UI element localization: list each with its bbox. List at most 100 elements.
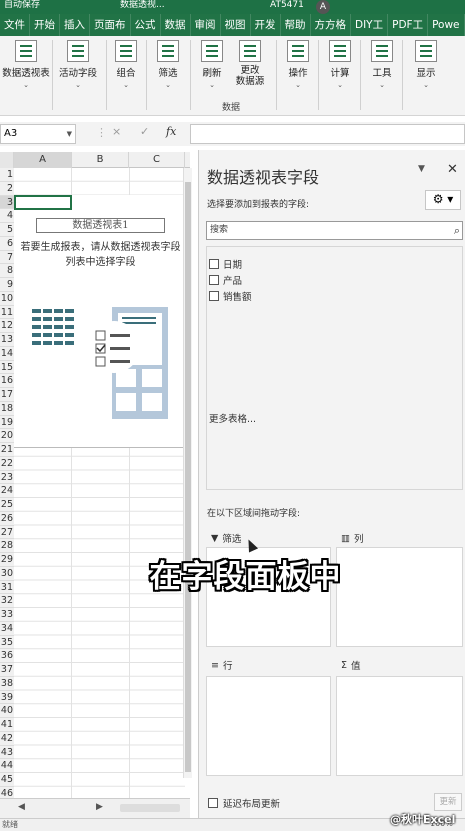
defer-update-option[interactable]: 延迟布局更新 bbox=[208, 796, 280, 810]
row-header[interactable]: 34 bbox=[0, 621, 14, 636]
select-all-corner[interactable] bbox=[0, 152, 14, 168]
tab-10[interactable]: 方方格 bbox=[311, 14, 351, 36]
tab-7[interactable]: 视图 bbox=[221, 14, 251, 36]
filter-button[interactable]: 筛选 ⌄ bbox=[150, 40, 186, 89]
row-header[interactable]: 35 bbox=[0, 635, 14, 650]
row-header[interactable]: 3 bbox=[0, 195, 14, 210]
row-header[interactable]: 8 bbox=[0, 264, 14, 278]
row-header[interactable]: 5 bbox=[0, 223, 14, 237]
more-icon[interactable]: ⋮ bbox=[96, 126, 107, 139]
avatar[interactable]: A bbox=[316, 0, 330, 14]
checkbox[interactable] bbox=[208, 798, 218, 808]
row-header[interactable]: 6 bbox=[0, 236, 14, 251]
selected-cell[interactable] bbox=[14, 195, 72, 210]
row-header[interactable]: 7 bbox=[0, 250, 14, 265]
row-header[interactable]: 17 bbox=[0, 388, 14, 402]
row-header[interactable]: 33 bbox=[0, 608, 14, 622]
gear-icon[interactable]: ⚙ ▾ bbox=[425, 190, 461, 210]
tab-13[interactable]: Powe bbox=[428, 14, 465, 36]
values-drop-area[interactable] bbox=[336, 676, 463, 776]
tab-4[interactable]: 公式 bbox=[131, 14, 161, 36]
row-header[interactable]: 19 bbox=[0, 415, 14, 430]
row-header[interactable]: 26 bbox=[0, 511, 14, 526]
active-field-button[interactable]: 活动字段 ⌄ bbox=[56, 40, 100, 89]
close-icon[interactable]: ✕ bbox=[447, 162, 458, 177]
vertical-scrollbar[interactable] bbox=[183, 168, 192, 778]
row-header[interactable]: 22 bbox=[0, 456, 14, 471]
update-button[interactable]: 更新 bbox=[434, 793, 462, 811]
column-header-a[interactable]: A bbox=[14, 152, 72, 168]
tab-9[interactable]: 帮助 bbox=[281, 14, 311, 36]
more-tables-link[interactable]: 更多表格... bbox=[209, 411, 256, 425]
cancel-icon[interactable]: × bbox=[112, 125, 121, 138]
tab-8[interactable]: 开发 bbox=[251, 14, 281, 36]
tab-6[interactable]: 审阅 bbox=[191, 14, 221, 36]
refresh-button[interactable]: 刷新 ⌄ bbox=[196, 40, 228, 89]
rows-drop-area[interactable] bbox=[206, 676, 331, 776]
calculations-button[interactable]: 计算 ⌄ bbox=[324, 40, 356, 89]
tab-12[interactable]: PDF工 bbox=[388, 14, 429, 36]
row-header[interactable]: 16 bbox=[0, 374, 14, 388]
row-header[interactable]: 12 bbox=[0, 319, 14, 333]
name-box[interactable]: A3 ▼ bbox=[0, 124, 76, 144]
pivot-placeholder[interactable]: 数据透视表1 若要生成报表，请从数据透视表字段列表中选择字段 bbox=[14, 195, 185, 448]
sheet-next-icon[interactable]: ▶ bbox=[96, 802, 103, 812]
field-sales[interactable]: 销售额 bbox=[209, 289, 252, 303]
row-header[interactable]: 32 bbox=[0, 594, 14, 608]
horizontal-scrollbar[interactable] bbox=[120, 804, 180, 812]
autosave-label[interactable]: 自动保存 bbox=[4, 0, 40, 10]
pivottable-button[interactable]: 数据透视表 ⌄ bbox=[2, 40, 50, 89]
row-header[interactable]: 14 bbox=[0, 346, 14, 361]
tab-1[interactable]: 开始 bbox=[30, 14, 60, 36]
scroll-thumb[interactable] bbox=[185, 182, 191, 772]
tab-5[interactable]: 数据 bbox=[161, 14, 191, 36]
row-header[interactable]: 4 bbox=[0, 209, 14, 223]
row-header[interactable]: 45 bbox=[0, 773, 14, 787]
row-header[interactable]: 24 bbox=[0, 484, 14, 498]
enter-icon[interactable]: ✓ bbox=[140, 125, 149, 138]
sheet-prev-icon[interactable]: ◀ bbox=[18, 802, 25, 812]
row-header[interactable]: 20 bbox=[0, 429, 14, 443]
row-header[interactable]: 43 bbox=[0, 745, 14, 760]
row-header[interactable]: 11 bbox=[0, 305, 14, 320]
chevron-down-icon[interactable]: ▼ bbox=[67, 125, 72, 143]
row-header[interactable]: 23 bbox=[0, 470, 14, 485]
checkbox[interactable] bbox=[209, 259, 219, 269]
row-header[interactable]: 36 bbox=[0, 649, 14, 663]
tab-3[interactable]: 页面布 bbox=[90, 14, 131, 36]
row-header[interactable]: 15 bbox=[0, 360, 14, 375]
formula-input[interactable] bbox=[190, 124, 465, 144]
field-search-input[interactable]: 搜索 ⌕ bbox=[206, 221, 463, 240]
row-header[interactable]: 39 bbox=[0, 690, 14, 705]
row-header[interactable]: 13 bbox=[0, 333, 14, 347]
row-header[interactable]: 10 bbox=[0, 291, 14, 306]
row-header[interactable]: 18 bbox=[0, 401, 14, 416]
row-header[interactable]: 38 bbox=[0, 676, 14, 691]
row-header[interactable]: 41 bbox=[0, 718, 14, 732]
checkbox[interactable] bbox=[209, 291, 219, 301]
insert-function-icon[interactable]: fx bbox=[166, 125, 176, 138]
row-header[interactable]: 42 bbox=[0, 731, 14, 746]
row-header[interactable]: 37 bbox=[0, 663, 14, 677]
field-product[interactable]: 产品 bbox=[209, 273, 242, 287]
row-header[interactable]: 25 bbox=[0, 498, 14, 512]
checkbox[interactable] bbox=[209, 275, 219, 285]
tools-button[interactable]: 工具 ⌄ bbox=[366, 40, 398, 89]
actions-button[interactable]: 操作 ⌄ bbox=[282, 40, 314, 89]
column-header-b[interactable]: B bbox=[72, 152, 129, 168]
tab-0[interactable]: 文件 bbox=[0, 14, 30, 36]
row-header[interactable]: 40 bbox=[0, 704, 14, 718]
row-header[interactable]: 44 bbox=[0, 759, 14, 773]
show-button[interactable]: 显示 ⌄ bbox=[410, 40, 442, 89]
group-button[interactable]: 组合 ⌄ bbox=[110, 40, 142, 89]
row-header[interactable]: 9 bbox=[0, 278, 14, 292]
row-header[interactable]: 1 bbox=[0, 168, 14, 182]
change-source-button[interactable]: 更改 数据源 bbox=[230, 40, 270, 87]
row-header[interactable]: 2 bbox=[0, 181, 14, 196]
pane-options-icon[interactable]: ▼ bbox=[418, 164, 425, 174]
tab-2[interactable]: 插入 bbox=[60, 14, 90, 36]
field-date[interactable]: 日期 bbox=[209, 257, 242, 271]
row-header[interactable]: 21 bbox=[0, 443, 14, 457]
column-header-c[interactable]: C bbox=[129, 152, 185, 168]
row-header[interactable]: 27 bbox=[0, 525, 14, 540]
